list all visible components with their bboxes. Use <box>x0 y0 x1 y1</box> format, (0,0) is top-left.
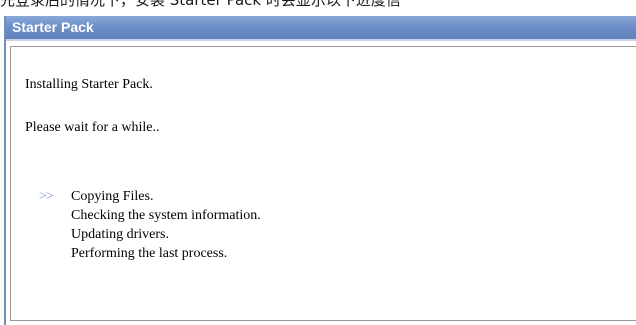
title-bar[interactable]: Starter Pack <box>6 16 636 39</box>
background-document-text: 先登录后的情况下，安装 Starter Pack 时会显示以下进度信 <box>0 0 636 16</box>
step-item-copying-files: >> Copying Files. <box>39 187 261 206</box>
progress-step-list: >> Copying Files. Checking the system in… <box>39 187 261 263</box>
step-label: Updating drivers. <box>71 227 169 242</box>
window-title: Starter Pack <box>12 19 94 35</box>
installing-message: Installing Starter Pack. <box>25 77 153 92</box>
background-text: 先登录后的情况下，安装 Starter Pack 时会显示以下进度信 <box>0 0 401 9</box>
step-label: Performing the last process. <box>71 246 228 261</box>
current-step-marker: >> <box>39 189 54 204</box>
step-item-updating-drivers: Updating drivers. <box>39 225 261 244</box>
step-item-checking-system: Checking the system information. <box>39 206 261 225</box>
step-label: Copying Files. <box>71 189 154 204</box>
title-divider <box>6 39 636 41</box>
progress-panel: Installing Starter Pack. Please wait for… <box>10 46 636 321</box>
wait-message: Please wait for a while.. <box>25 120 160 135</box>
installer-window: Starter Pack Installing Starter Pack. Pl… <box>4 16 636 325</box>
step-item-last-process: Performing the last process. <box>39 244 261 263</box>
step-label: Checking the system information. <box>71 208 261 223</box>
